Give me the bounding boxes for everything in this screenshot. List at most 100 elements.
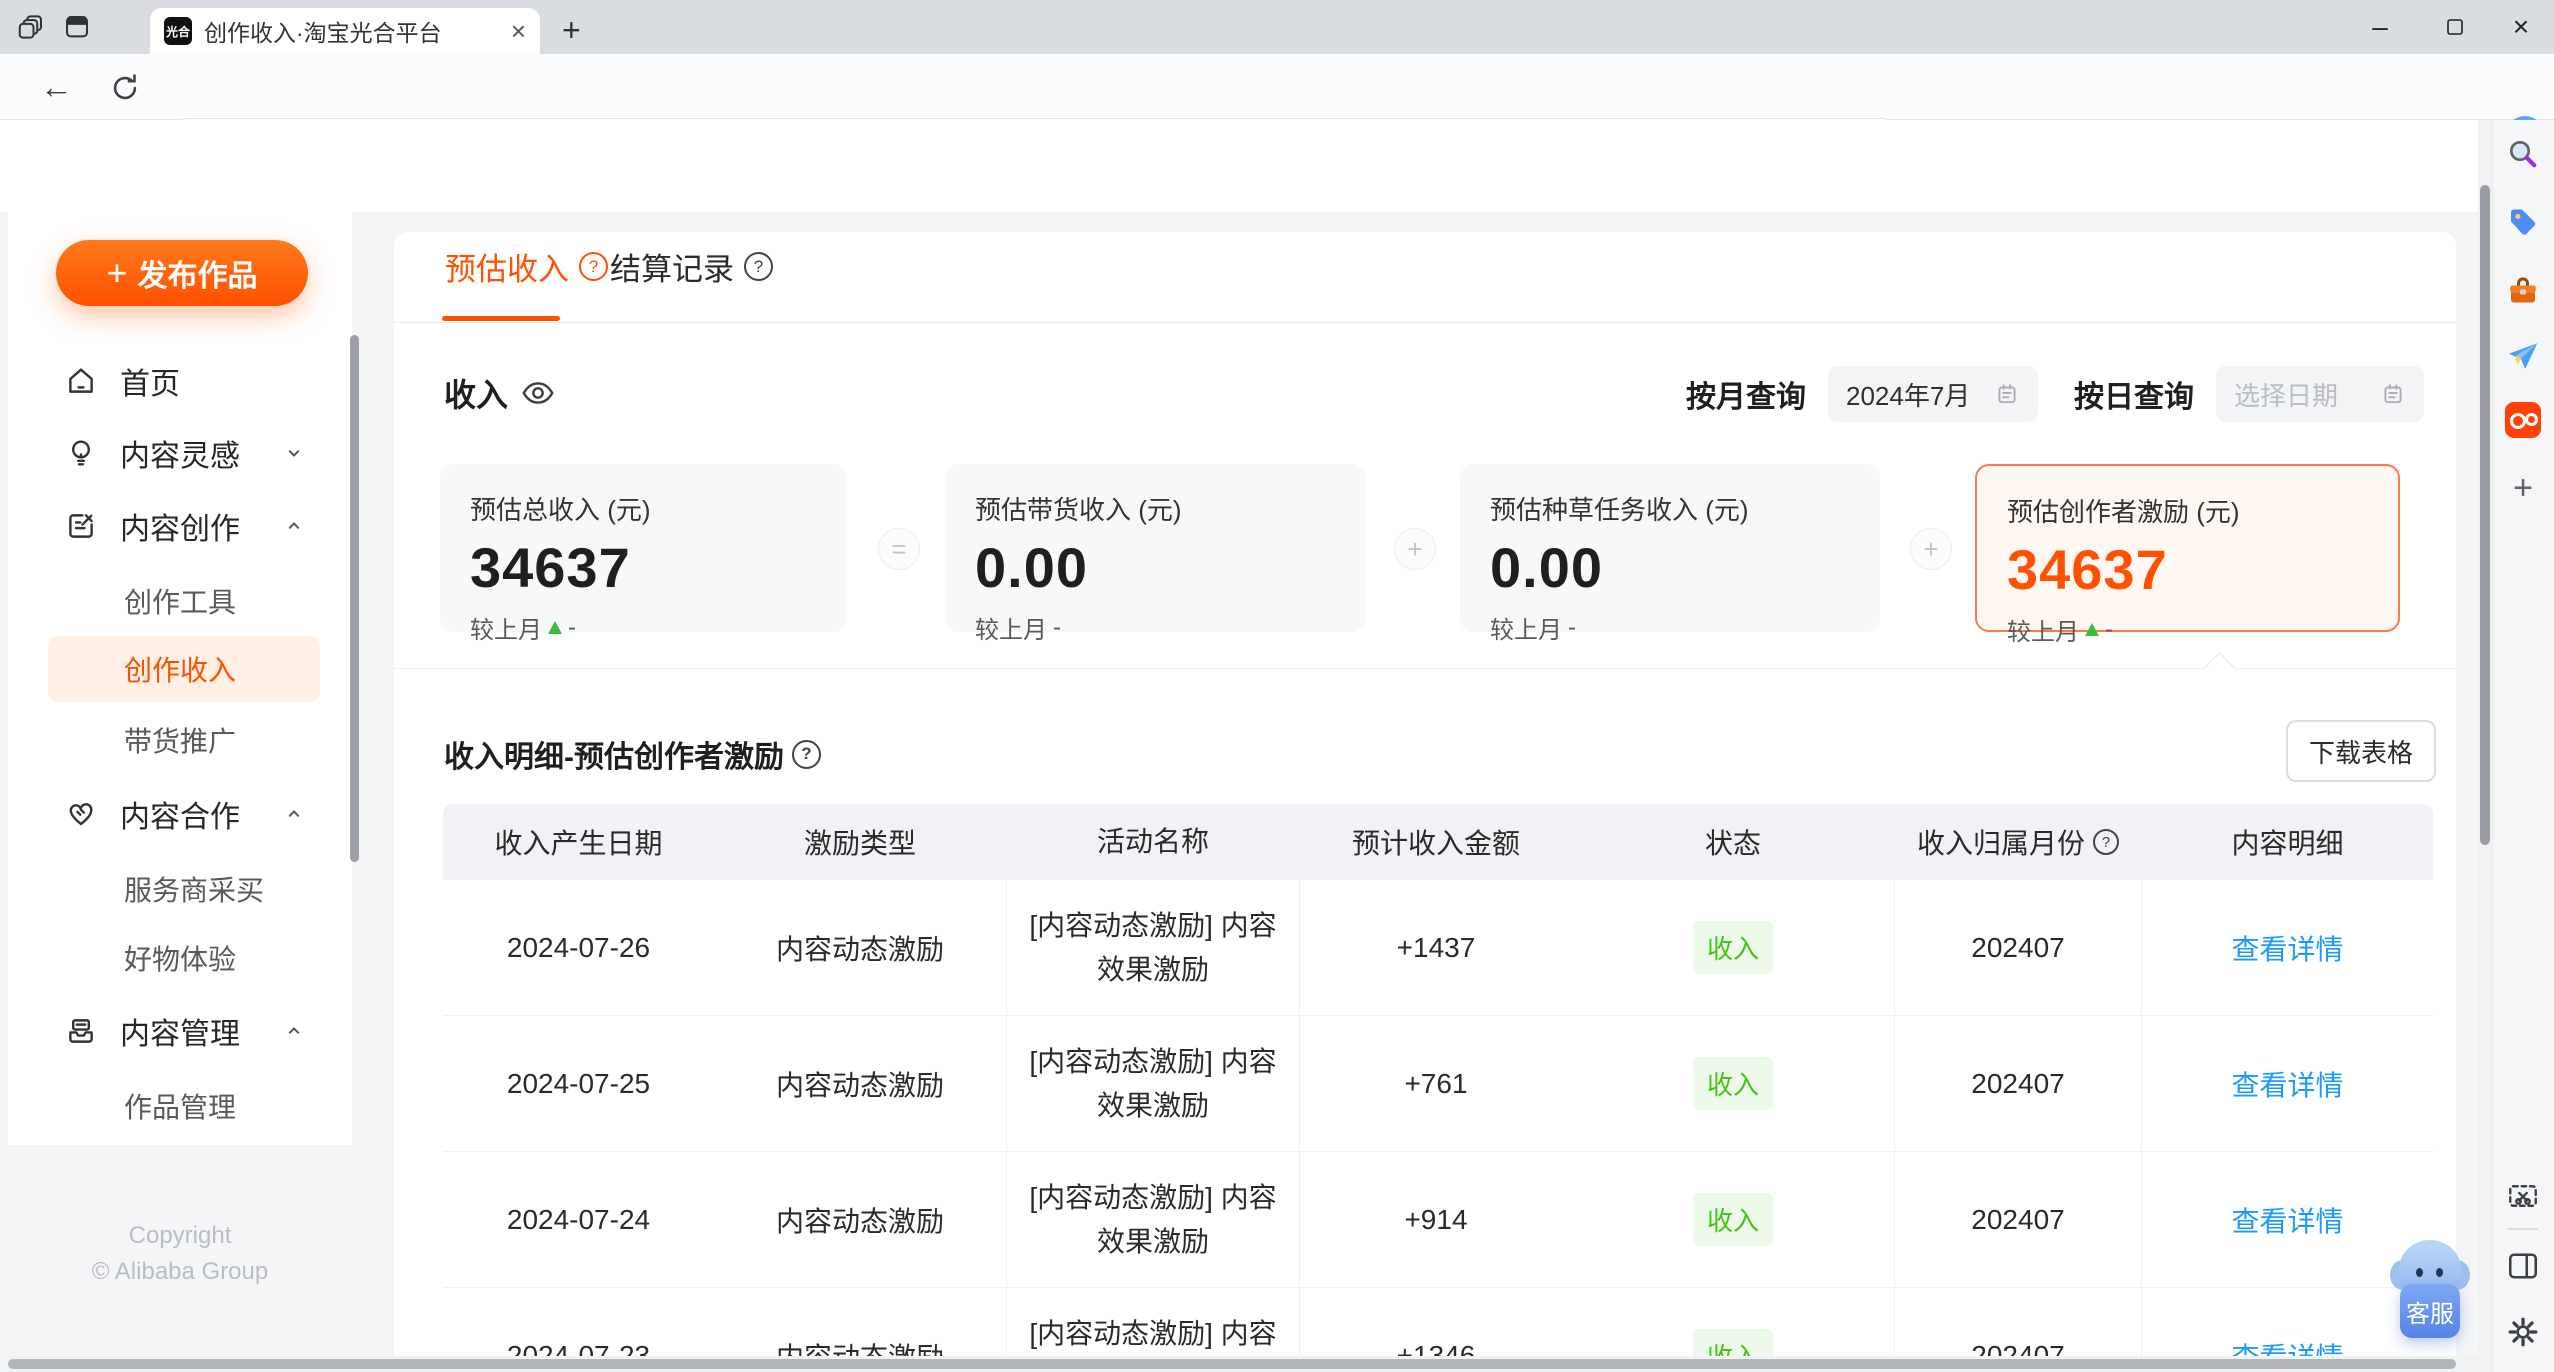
status-badge: 收入: [1692, 1193, 1773, 1246]
status-badge: 收入: [1692, 921, 1773, 974]
sidebar-item-creation[interactable]: 内容创作: [8, 491, 352, 561]
screenshot-icon[interactable]: [2505, 1178, 2541, 1214]
window-minimize-button[interactable]: –: [2345, 0, 2415, 54]
view-detail-link[interactable]: 查看详情: [2231, 928, 2343, 968]
workspaces-icon[interactable]: [62, 12, 92, 42]
sidebar-item-creation-tools[interactable]: 创作工具: [48, 568, 320, 634]
up-trend-icon: [2085, 623, 2099, 636]
home-icon: [64, 364, 98, 398]
chevron-up-icon: [284, 804, 304, 824]
chevron-down-icon: [284, 443, 304, 463]
sidebar-item-product-trial[interactable]: 好物体验: [48, 925, 320, 991]
date-picker-placeholder: 选择日期: [2234, 380, 2339, 411]
sidebar-item-cooperation[interactable]: 内容合作: [8, 779, 352, 849]
stat-card-sales-income[interactable]: 预估带货收入 (元) 0.00 较上月 -: [945, 464, 1365, 644]
plus-operator: +: [1910, 528, 1952, 570]
customer-service-label: 客服: [2400, 1284, 2460, 1338]
site-header: 淘宝·光合平台 消息 创作者服务: [0, 120, 2492, 317]
eye-icon[interactable]: [520, 375, 556, 411]
search-icon[interactable]: [2505, 136, 2541, 172]
col-header-type: 激励类型: [803, 828, 916, 859]
sidebar-item-service-purchase[interactable]: 服务商采买: [48, 856, 320, 922]
view-detail-link[interactable]: 查看详情: [2231, 1064, 2343, 1104]
chevron-up-icon: [284, 516, 304, 536]
table-header-row: 收入产生日期 激励类型 活动名称 预计收入金额 状态 收入归属月份? 内容明细: [443, 804, 2433, 880]
inbox-icon: [64, 1014, 98, 1048]
plus-operator: +: [1394, 528, 1436, 570]
view-detail-link[interactable]: 查看详情: [2231, 1200, 2343, 1240]
up-trend-icon: [548, 621, 562, 634]
edit-doc-icon: [64, 509, 98, 543]
sidebar-item-home[interactable]: 首页: [8, 346, 352, 416]
horizontal-scrollbar-thumb[interactable]: [8, 1359, 2456, 1369]
selected-card-notch: [2203, 652, 2236, 685]
sidebar-panel-icon[interactable]: [2505, 1248, 2541, 1284]
divider: [394, 668, 2456, 669]
help-icon[interactable]: ?: [744, 252, 773, 281]
back-button[interactable]: ←: [40, 68, 73, 106]
stat-card-total-income[interactable]: 预估总收入 (元) 34637 较上月 -: [440, 464, 847, 644]
browser-tab[interactable]: 光合 创作收入·淘宝光合平台 ×: [150, 8, 540, 54]
month-picker[interactable]: 2024年7月: [1828, 366, 2038, 422]
customer-service-widget[interactable]: 客服: [2390, 1238, 2470, 1346]
equals-operator: =: [878, 528, 920, 570]
copyright-line1: Copyright: [128, 1222, 232, 1249]
window-maximize-button[interactable]: [2420, 0, 2490, 54]
col-header-status: 状态: [1704, 828, 1761, 859]
table-row: 2024-07-26 内容动态激励 [内容动态激励] 内容效果激励 +1437 …: [443, 880, 2433, 1016]
col-header-date: 收入产生日期: [494, 828, 663, 859]
chevron-up-icon: [284, 1021, 304, 1041]
month-picker-value: 2024年7月: [1846, 380, 1971, 411]
detail-section-title: 收入明细-预估创作者激励 ?: [444, 732, 821, 776]
calendar-icon: [2384, 384, 2402, 404]
vertical-scrollbar-thumb[interactable]: [2480, 185, 2490, 845]
day-query-label: 按日查询: [2074, 381, 2194, 414]
sidebar-item-promotion[interactable]: 带货推广: [48, 707, 320, 773]
browser-titlebar: 光合 创作收入·淘宝光合平台 × + – ×: [0, 0, 2554, 54]
calendar-icon: [1998, 384, 2016, 404]
sidebar-item-works-management[interactable]: 作品管理: [48, 1073, 320, 1139]
tab-title: 创作收入·淘宝光合平台: [204, 20, 442, 46]
tab-settlement-records[interactable]: 结算记录 ?: [610, 244, 773, 289]
strip-divider: [2508, 1228, 2538, 1230]
tab-close-icon[interactable]: ×: [511, 16, 526, 47]
status-badge: 收入: [1692, 1329, 1773, 1356]
toolbox-icon[interactable]: [2505, 272, 2541, 308]
copyright-line2: © Alibaba Group: [91, 1258, 269, 1285]
new-tab-button[interactable]: +: [562, 12, 581, 49]
plus-icon: +: [106, 252, 128, 293]
kuaishou-icon[interactable]: [2505, 402, 2541, 438]
month-query-label: 按月查询: [1686, 381, 1806, 414]
help-icon[interactable]: ?: [579, 252, 608, 281]
shopping-tag-icon[interactable]: [2505, 204, 2541, 240]
col-header-amount: 预计收入金额: [1351, 828, 1520, 859]
date-picker[interactable]: 选择日期: [2216, 366, 2424, 422]
help-icon[interactable]: ?: [2093, 829, 2119, 855]
download-table-button[interactable]: 下载表格: [2286, 720, 2436, 782]
main-panel: 预估收入 ? 结算记录 ? 收入 按月查询 2024年7月 按日查询 选择日期: [394, 232, 2456, 1356]
sidebar-item-inspiration[interactable]: 内容灵感: [8, 418, 352, 488]
heart-hands-icon: [64, 797, 98, 831]
add-sidebar-item-icon[interactable]: +: [2505, 469, 2541, 507]
publish-button[interactable]: + 发布作品: [56, 240, 308, 306]
tab-activity-icon[interactable]: [16, 12, 46, 42]
sidebar-item-management[interactable]: 内容管理: [8, 996, 352, 1066]
paper-plane-icon[interactable]: [2505, 338, 2541, 374]
bulb-icon: [64, 436, 98, 470]
refresh-button[interactable]: [108, 71, 142, 105]
income-table: 收入产生日期 激励类型 活动名称 预计收入金额 状态 收入归属月份? 内容明细 …: [443, 804, 2433, 1356]
divider: [394, 322, 2456, 323]
sidebar-item-creation-income[interactable]: 创作收入: [48, 636, 320, 702]
table-row: 2024-07-25 内容动态激励 [内容动态激励] 内容效果激励 +761 收…: [443, 1016, 2433, 1152]
table-row: 2024-07-23 内容动态激励 [内容动态激励] 内容效果激励 +1346 …: [443, 1288, 2433, 1356]
active-tab-underline: [442, 316, 560, 321]
sidebar-scrollbar[interactable]: [350, 335, 359, 862]
help-icon[interactable]: ?: [792, 739, 821, 769]
window-close-button[interactable]: ×: [2486, 0, 2554, 54]
stat-card-task-income[interactable]: 预估种草任务收入 (元) 0.00 较上月 -: [1460, 464, 1880, 644]
settings-gear-icon[interactable]: [2505, 1314, 2541, 1350]
view-detail-link[interactable]: 查看详情: [2231, 1336, 2343, 1357]
sidebar: + 发布作品 首页 内容灵感 内容创作 创作工具 创作收入 带货推广 内容合作 …: [8, 212, 359, 1145]
stat-card-creator-incentive[interactable]: 预估创作者激励 (元) 34637 较上月 -: [1975, 464, 2400, 646]
tab-estimated-income[interactable]: 预估收入 ?: [445, 244, 608, 289]
